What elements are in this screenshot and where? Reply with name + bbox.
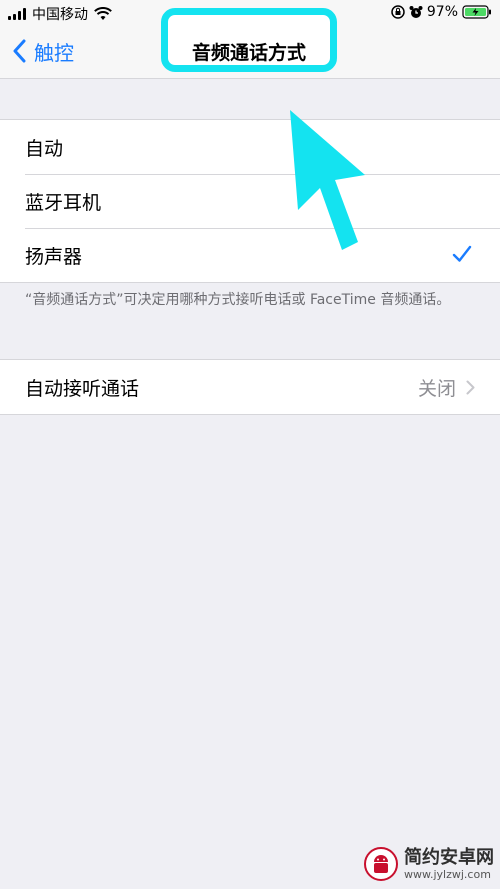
option-label: 蓝牙耳机: [25, 191, 102, 214]
watermark: 简约安卓网 www.jylzwj.com: [364, 847, 494, 881]
annotation-arrow-icon: [290, 110, 365, 250]
battery-percent: 97%: [426, 4, 458, 20]
status-right: 97%: [391, 4, 492, 20]
auto-answer-row[interactable]: 自动接听通话 关闭: [0, 360, 500, 414]
watermark-text-wrap: 简约安卓网 www.jylzwj.com: [404, 846, 494, 881]
audio-routing-footnote: “音频通话方式”可决定用哪种方式接听电话或 FaceTime 音频通话。: [25, 292, 451, 308]
option-label: 扬声器: [25, 245, 83, 268]
back-label: 触控: [34, 40, 74, 65]
auto-answer-value: 关闭: [417, 377, 456, 400]
option-bluetooth-headset[interactable]: 蓝牙耳机: [0, 174, 500, 228]
chevron-right-icon: [466, 380, 475, 394]
chevron-left-icon: [13, 39, 26, 63]
watermark-url: www.jylzwj.com: [404, 867, 491, 881]
rotation-lock-icon: [391, 5, 405, 19]
page-title: 音频通话方式: [191, 41, 306, 64]
status-left: 中国移动: [8, 4, 112, 24]
checkmark-icon: [452, 245, 472, 262]
auto-answer-group: 自动接听通话 关闭: [0, 359, 500, 415]
option-label: 自动: [25, 137, 64, 160]
title-highlight-box: 音频通话方式: [161, 8, 337, 72]
carrier-name: 中国移动: [32, 7, 88, 23]
android-logo-icon: [364, 847, 398, 881]
alarm-icon: [409, 6, 423, 18]
audio-routing-group: 自动 蓝牙耳机 扬声器: [0, 119, 500, 283]
signal-strength-icon: [8, 8, 26, 20]
back-button[interactable]: 触控: [12, 36, 74, 66]
navigation-bar: 触控 音频通话方式: [0, 8, 500, 79]
auto-answer-label: 自动接听通话: [25, 377, 140, 400]
option-automatic[interactable]: 自动: [0, 120, 500, 174]
watermark-name: 简约安卓网: [404, 846, 494, 868]
option-speaker[interactable]: 扬声器: [0, 228, 500, 282]
auto-answer-value-wrap: 关闭: [418, 360, 475, 414]
battery-charging-icon: [462, 5, 491, 19]
wifi-icon: [94, 7, 112, 20]
